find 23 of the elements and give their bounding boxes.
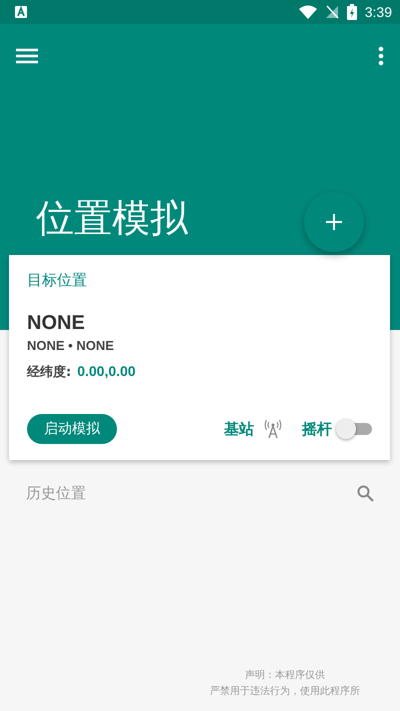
menu-icon[interactable] <box>16 48 38 64</box>
disclaimer-line: 严禁用于违法行为，使用此程序所 <box>209 684 361 699</box>
no-signal-icon <box>324 5 339 19</box>
coords-value: 0.00,0.00 <box>77 363 136 379</box>
history-heading: 历史位置 <box>26 484 86 503</box>
base-station-label: 基站 <box>224 420 254 438</box>
clock-time: 3:39 <box>364 4 392 20</box>
antenna-icon[interactable] <box>264 419 282 439</box>
joystick-label: 摇杆 <box>302 420 332 438</box>
card-heading: 目标位置 <box>27 271 87 290</box>
location-name: NONE <box>27 312 85 335</box>
search-icon[interactable] <box>357 485 374 502</box>
start-simulation-button[interactable]: 启动模拟 <box>27 414 117 444</box>
disclaimer-line: 声明：本程序仅供 <box>244 668 326 683</box>
battery-charging-icon <box>346 4 357 20</box>
app-notification-icon <box>14 5 28 19</box>
page-title: 位置模拟 <box>36 195 188 242</box>
joystick-switch[interactable] <box>336 418 372 440</box>
more-options-icon[interactable] <box>378 46 384 66</box>
wifi-icon <box>298 5 317 19</box>
location-region: NONE • NONE <box>27 338 114 353</box>
coords-label: 经纬度: <box>27 364 72 381</box>
plus-icon <box>325 213 343 231</box>
